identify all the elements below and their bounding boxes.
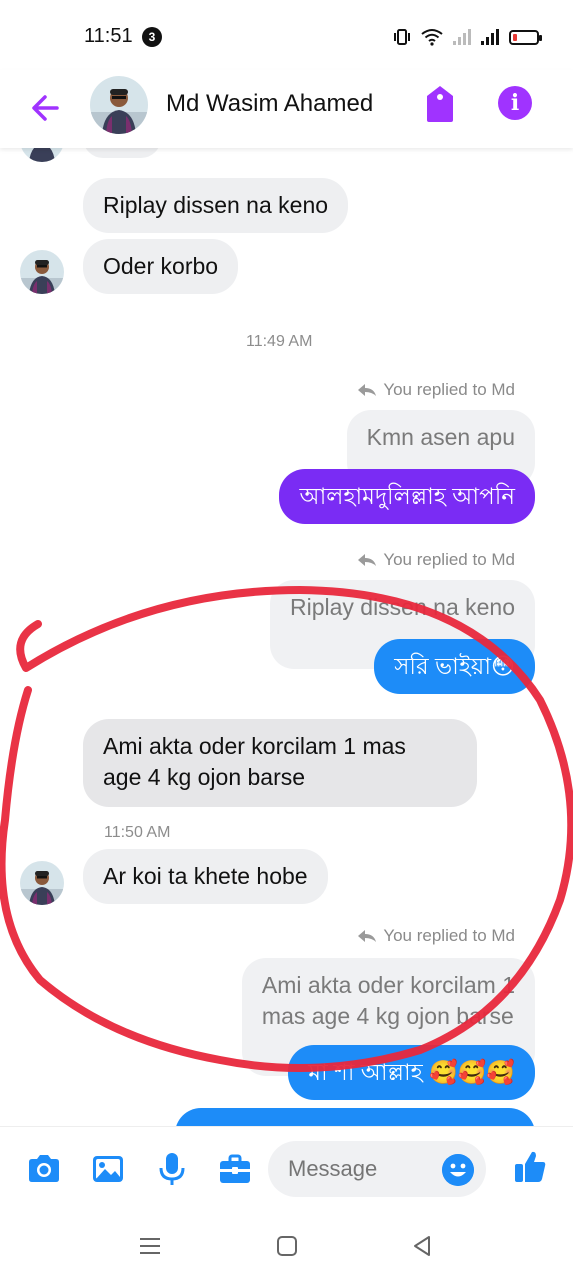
composer-bar xyxy=(0,1126,573,1212)
system-nav-bar xyxy=(0,1212,573,1280)
sender-avatar[interactable] xyxy=(20,861,64,905)
message-list[interactable]: Riplay dissen na keno Oder korbo 11:49 A… xyxy=(0,148,573,1126)
contact-name[interactable]: Md Wasim Ahamed xyxy=(166,90,373,118)
message-bubble[interactable]: Riplay dissen na keno xyxy=(83,178,349,233)
signal-2-icon xyxy=(481,29,499,45)
replied-label: You replied to Md xyxy=(357,380,515,400)
menu-nav-icon[interactable] xyxy=(138,1234,162,1258)
gallery-icon[interactable] xyxy=(90,1151,126,1187)
timestamp: 11:49 AM xyxy=(246,333,313,350)
sent-message-bubble[interactable]: মা শা আল্লাহ 🥰🥰🥰 xyxy=(288,1045,535,1100)
replied-label: You replied to Md xyxy=(357,550,515,570)
quoted-line: Ami akta oder korcilam 1 xyxy=(261,972,515,998)
status-bar: 11:51 3 xyxy=(0,0,573,70)
sent-message-bubble[interactable]: সরি ভাইয়া😳 xyxy=(374,639,535,694)
timestamp: 11:50 AM xyxy=(104,824,171,841)
thumbs-up-icon[interactable] xyxy=(512,1149,548,1185)
home-nav-icon[interactable] xyxy=(275,1234,299,1258)
tag-icon[interactable] xyxy=(424,84,456,124)
status-time: 11:51 xyxy=(84,25,133,47)
emoji-icon[interactable] xyxy=(442,1154,474,1186)
contact-avatar[interactable] xyxy=(90,76,148,134)
replied-text: You replied to Md xyxy=(383,380,515,399)
wifi-icon xyxy=(421,29,443,46)
reply-arrow-icon xyxy=(358,554,377,566)
chat-header: Md Wasim Ahamed i xyxy=(0,70,573,148)
avatar-partial xyxy=(20,148,64,162)
reply-arrow-icon xyxy=(358,384,377,396)
message-bubble[interactable]: Oder korbo xyxy=(83,239,239,294)
toolbox-icon[interactable] xyxy=(217,1151,253,1187)
message-bubble-partial xyxy=(83,148,161,158)
message-bubble[interactable]: Ar koi ta khete hobe xyxy=(83,849,328,904)
replied-text: You replied to Md xyxy=(383,550,515,569)
info-icon[interactable]: i xyxy=(498,86,532,120)
signal-1-icon xyxy=(453,29,471,45)
replied-label: You replied to Md xyxy=(357,926,515,946)
sent-message-bubble-partial xyxy=(175,1108,535,1126)
battery-icon xyxy=(509,29,542,45)
message-line: Ami akta oder korcilam 1 mas xyxy=(103,733,406,759)
notification-badge: 3 xyxy=(142,27,162,47)
message-bubble[interactable]: Ami akta oder korcilam 1 mas age 4 kg oj… xyxy=(83,719,477,807)
microphone-icon[interactable] xyxy=(154,1151,190,1187)
reply-arrow-icon xyxy=(358,930,377,942)
vibrate-icon xyxy=(394,29,410,45)
back-arrow-icon[interactable] xyxy=(27,88,67,128)
sent-message-bubble[interactable]: আলহামদুলিল্লাহ আপনি xyxy=(279,469,535,524)
replied-text: You replied to Md xyxy=(383,926,515,945)
message-line: age 4 kg ojon barse xyxy=(103,764,306,790)
quoted-line: mas age 4 kg ojon barse xyxy=(261,1003,514,1029)
sender-avatar[interactable] xyxy=(20,250,64,294)
camera-icon[interactable] xyxy=(26,1151,62,1187)
back-nav-icon[interactable] xyxy=(410,1234,434,1258)
status-icons xyxy=(393,24,542,50)
